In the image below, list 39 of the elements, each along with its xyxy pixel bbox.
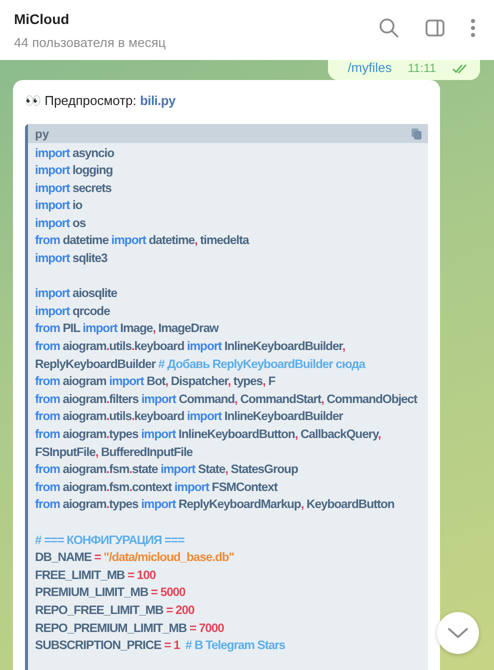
copy-icon[interactable] <box>411 128 422 140</box>
member-count: 44 пользователя в месяц <box>14 34 166 52</box>
message-text: /myfiles <box>348 60 392 76</box>
code-line: from PIL import Image, ImageDraw <box>35 320 220 338</box>
search-icon[interactable] <box>378 17 400 39</box>
code-line: SUBSCRIPTION_PRICE = 1 # В Telegram Stars <box>35 637 286 654</box>
code-line: ReplyKeyboardBuilder # Добавь ReplyKeyboardBuilder сюда <box>35 356 367 373</box>
code-line: FSInputFile, BufferedInputFile <box>35 444 194 461</box>
code-line: REPO_FREE_LIMIT_MB = 200 <box>35 602 196 619</box>
code-line: from aiogram.types import ReplyKeyboardMarkup, KeyboardButton <box>35 496 396 514</box>
code-line: import os <box>35 214 87 232</box>
code-line: import aiosqlite <box>35 285 118 302</box>
code-line: import asyncio <box>35 144 116 162</box>
code-line: PREMIUM_LIMIT_MB = 5000 <box>35 584 186 602</box>
message-time: 11:11 <box>408 60 436 76</box>
code-line: import sqlite3 <box>35 250 108 268</box>
code-line: from aiogram.filters import Command, CommandStart, CommandObject <box>35 390 418 408</box>
code-line: from aiogram.fsm.context import FSMContext <box>35 478 279 496</box>
code-line: from aiogram.fsm.state import State, StatesGroup <box>35 461 299 478</box>
chat-title: MiCloud <box>14 10 70 29</box>
code-line: # === КОНФИГУРАЦИЯ === <box>35 532 186 549</box>
code-line: FREE_LIMIT_MB = 100 <box>35 566 157 584</box>
code-line: import qrcode <box>35 302 111 320</box>
code-line: import logging <box>35 162 114 180</box>
chevron-down-icon <box>447 627 469 639</box>
code-line: from aiogram.utils.keyboard import InlineKeyboardBuilder <box>35 408 344 426</box>
scroll-down-button[interactable] <box>437 612 479 654</box>
sidebar-toggle-icon[interactable] <box>424 17 446 39</box>
code-line: from datetime import datetime, timedelta <box>35 232 250 250</box>
code-line: import secrets <box>35 180 112 197</box>
code-line: import io <box>35 197 84 214</box>
code-line: from aiogram.types import InlineKeyboardButton, CallbackQuery, <box>35 426 382 443</box>
code-line: from aiogram.utils.keyboard import InlineKeyboardBuilder, <box>35 338 346 356</box>
code-line: from aiogram import Bot, Dispatcher, types, F <box>35 373 276 390</box>
code-language: py <box>35 126 50 142</box>
code-line: DB_NAME = "/data/micloud_base.db" <box>35 549 235 566</box>
more-icon[interactable] <box>470 17 476 39</box>
code-line: REPO_PREMIUM_LIMIT_MB = 7000 <box>35 620 225 637</box>
preview-caption: 👀 Предпросмотр: bili.py <box>25 92 176 110</box>
